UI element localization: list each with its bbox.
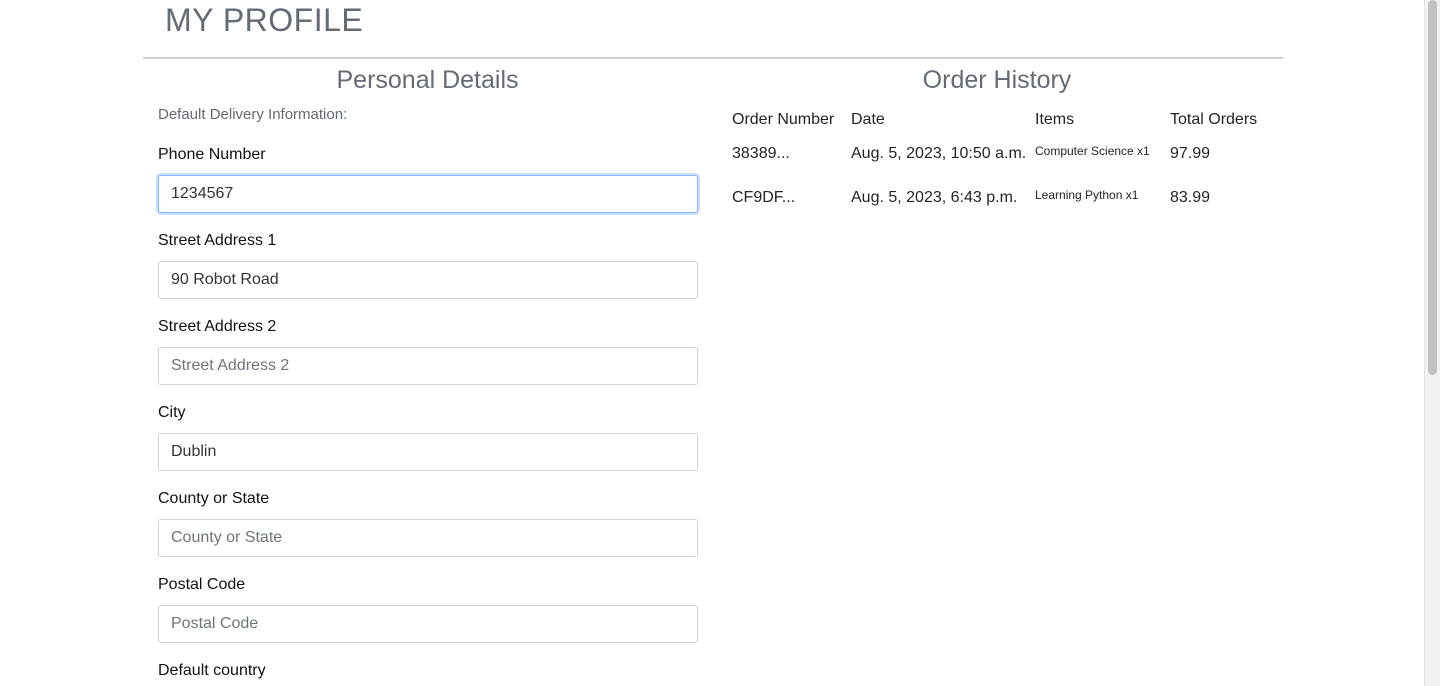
- phone-number-input[interactable]: [158, 175, 698, 213]
- order-date: Aug. 5, 2023, 6:43 p.m.: [851, 189, 1018, 206]
- column-header-date: Date: [851, 111, 885, 128]
- column-header-order-number: Order Number: [732, 111, 835, 128]
- street-address-2-input[interactable]: [158, 347, 698, 385]
- order-number-link[interactable]: CF9DF...: [732, 189, 795, 207]
- order-items: Learning Python x1: [1035, 188, 1139, 202]
- default-country-label: Default country: [158, 662, 266, 679]
- order-history-title: Order History: [922, 66, 1072, 94]
- city-input[interactable]: [158, 433, 698, 471]
- page-header: MY PROFILE: [143, 0, 1283, 59]
- order-total: 97.99: [1170, 145, 1211, 162]
- postal-code-label: Postal Code: [158, 576, 246, 593]
- county-state-label: County or State: [158, 490, 270, 507]
- postal-code-input[interactable]: [158, 605, 698, 643]
- phone-number-label: Phone Number: [158, 146, 266, 163]
- street-address-1-label: Street Address 1: [158, 232, 277, 249]
- personal-details-title: Personal Details: [336, 66, 519, 94]
- county-state-input[interactable]: [158, 519, 698, 557]
- vertical-scrollbar[interactable]: [1424, 0, 1440, 686]
- street-address-1-input[interactable]: [158, 261, 698, 299]
- street-address-2-label: Street Address 2: [158, 318, 277, 335]
- order-items: Computer Science x1: [1035, 144, 1150, 158]
- column-header-total: Total Orders: [1170, 111, 1258, 128]
- column-header-items: Items: [1035, 111, 1075, 128]
- order-number-link[interactable]: 38389...: [732, 145, 790, 163]
- delivery-info-subtitle: Default Delivery Information:: [158, 106, 348, 123]
- order-date: Aug. 5, 2023, 10:50 a.m.: [851, 145, 1027, 162]
- order-total: 83.99: [1170, 189, 1211, 206]
- profile-page: MY PROFILE Personal Details Default Deli…: [0, 0, 1440, 686]
- page-title: MY PROFILE: [165, 2, 364, 38]
- city-label: City: [158, 404, 186, 421]
- scrollbar-thumb[interactable]: [1428, 0, 1437, 375]
